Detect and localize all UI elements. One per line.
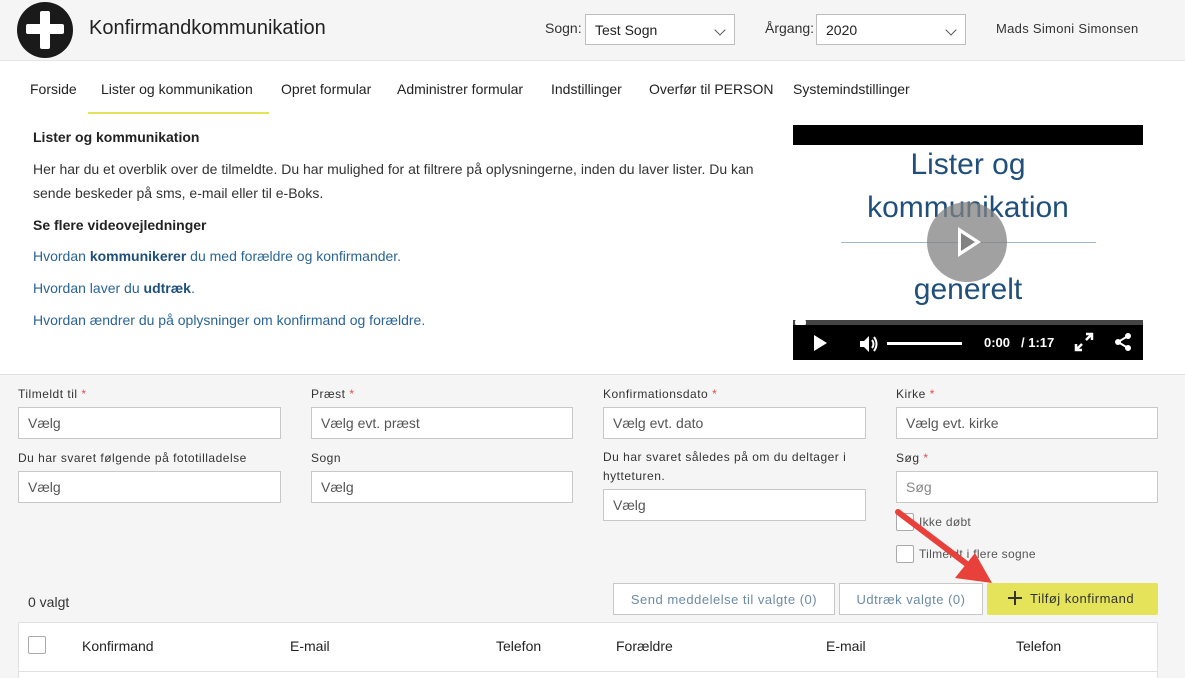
year-select-value: 2020	[826, 22, 858, 38]
not-baptized-checkbox[interactable]	[896, 513, 914, 531]
table-body	[18, 671, 1158, 678]
confirmand-table-header: Konfirmand E-mail Telefon Forældre E-mai…	[18, 622, 1158, 672]
cross-logo-icon	[17, 2, 73, 58]
nav-item-forside[interactable]: Forside	[30, 81, 77, 97]
column-header-phone[interactable]: Telefon	[496, 638, 541, 654]
fullscreen-icon[interactable]	[1074, 332, 1094, 352]
label-text: Søg	[896, 451, 920, 465]
cabin-trip-field[interactable]: Vælg	[603, 489, 866, 521]
nav-item-opret-formular[interactable]: Opret formular	[281, 81, 371, 97]
search-input[interactable]: Søg	[896, 471, 1158, 503]
parish-select-value: Test Sogn	[595, 22, 658, 38]
parish-filter-label: Sogn	[311, 451, 342, 465]
required-marker: *	[81, 387, 87, 401]
required-marker: *	[712, 387, 718, 401]
add-confirmand-label: Tilføj konfirmand	[1030, 591, 1135, 606]
label-text: Præst	[311, 387, 346, 401]
section-divider	[0, 374, 1185, 375]
select-all-checkbox[interactable]	[28, 636, 46, 654]
church-field[interactable]: Vælg evt. kirke	[896, 407, 1158, 439]
videos-heading: Se flere videovejledninger	[33, 217, 207, 233]
send-message-button[interactable]: Send meddelelse til valgte (0)	[613, 583, 835, 615]
main-nav: Forside Lister og kommunikation Opret fo…	[0, 60, 1185, 115]
chevron-down-icon	[945, 24, 957, 36]
video-current-time: 0:00	[984, 335, 1011, 350]
label-text: Kirke	[896, 387, 926, 401]
link-text: .	[190, 280, 195, 296]
app-title: Konfirmandkommunikation	[89, 17, 326, 39]
help-link-communication[interactable]: Hvordan kommunikerer du med forældre og …	[33, 248, 401, 264]
church-label: Kirke *	[896, 385, 935, 404]
search-label: Søg *	[896, 449, 929, 468]
selected-count: 0 valgt	[28, 594, 70, 610]
play-overlay-icon[interactable]	[927, 202, 1007, 282]
parish-filter-field[interactable]: Vælg	[311, 471, 573, 503]
nav-item-administrer-formular[interactable]: Administrer formular	[397, 81, 523, 97]
share-icon[interactable]	[1113, 332, 1133, 352]
add-confirmand-button[interactable]: Tilføj konfirmand	[987, 583, 1158, 615]
year-label: Årgang:	[765, 20, 815, 36]
column-header-parents[interactable]: Forældre	[616, 638, 673, 654]
label-text: Konfirmationsdato	[603, 387, 709, 401]
nav-item-lister-og-kommunikation[interactable]: Lister og kommunikation	[101, 81, 253, 97]
label-text: Tilmeldt til	[18, 387, 78, 401]
video-player[interactable]: Lister og kommunikation generelt 0:00 / …	[793, 125, 1143, 360]
plus-icon	[1008, 591, 1022, 605]
cabin-trip-label: Du har svaret således på om du deltager …	[603, 450, 847, 483]
multiple-parishes-label: Tilmeldt i flere sogne	[919, 547, 1036, 561]
required-marker: *	[929, 387, 935, 401]
link-text: Hvordan laver du	[33, 280, 144, 296]
photo-permission-field[interactable]: Vælg	[18, 471, 281, 503]
confirmation-date-label: Konfirmationsdato *	[603, 385, 717, 404]
required-marker: *	[349, 387, 355, 401]
intro-title: Lister og kommunikation	[33, 129, 200, 145]
priest-field[interactable]: Vælg evt. præst	[311, 407, 573, 439]
registered-to-field[interactable]: Vælg	[18, 407, 281, 439]
volume-slider[interactable]	[887, 342, 962, 345]
nav-item-overfoer-til-person[interactable]: Overfør til PERSON	[649, 81, 773, 97]
video-title-line1: Lister og	[910, 148, 1026, 181]
link-text: du med forældre og konfirmander.	[186, 248, 402, 264]
column-header-confirmand[interactable]: Konfirmand	[82, 638, 154, 654]
confirmation-date-field[interactable]: Vælg evt. dato	[603, 407, 866, 439]
video-controls: 0:00 / 1:17	[793, 325, 1143, 360]
extract-selected-button[interactable]: Udtræk valgte (0)	[839, 583, 983, 615]
intro-section: Lister og kommunikation Her har du et ov…	[0, 114, 1185, 374]
app-header: Konfirmandkommunikation Sogn: Test Sogn …	[0, 0, 1185, 60]
video-top-bar	[793, 125, 1143, 145]
help-link-edit-info[interactable]: Hvordan ændrer du på oplysninger om konf…	[33, 312, 425, 328]
registered-to-label: Tilmeldt til *	[18, 385, 87, 404]
volume-icon[interactable]	[859, 335, 879, 353]
parish-label: Sogn:	[545, 20, 582, 36]
link-text-bold: kommunikerer	[89, 248, 187, 264]
nav-item-systemindstillinger[interactable]: Systemindstillinger	[793, 81, 910, 97]
intro-text: Her har du et overblik over de tilmeldte…	[33, 161, 754, 201]
required-marker: *	[923, 451, 929, 465]
chevron-down-icon	[714, 24, 726, 36]
year-select[interactable]: 2020	[816, 14, 966, 45]
nav-item-indstillinger[interactable]: Indstillinger	[551, 81, 622, 97]
not-baptized-label: Ikke døbt	[919, 515, 972, 529]
column-header-email[interactable]: E-mail	[290, 638, 330, 654]
parish-select[interactable]: Test Sogn	[585, 14, 735, 45]
multiple-parishes-checkbox[interactable]	[896, 545, 914, 563]
video-duration: / 1:17	[1021, 335, 1055, 350]
link-text: Hvordan	[33, 248, 90, 264]
link-text-bold: udtræk	[143, 280, 191, 296]
user-name[interactable]: Mads Simoni Simonsen	[996, 21, 1139, 36]
column-header-parent-phone[interactable]: Telefon	[1016, 638, 1061, 654]
photo-permission-label: Du har svaret følgende på fototilladelse	[18, 451, 247, 465]
priest-label: Præst *	[311, 385, 355, 404]
help-link-extract[interactable]: Hvordan laver du udtræk.	[33, 280, 195, 296]
play-icon[interactable]	[814, 335, 827, 351]
column-header-parent-email[interactable]: E-mail	[826, 638, 866, 654]
